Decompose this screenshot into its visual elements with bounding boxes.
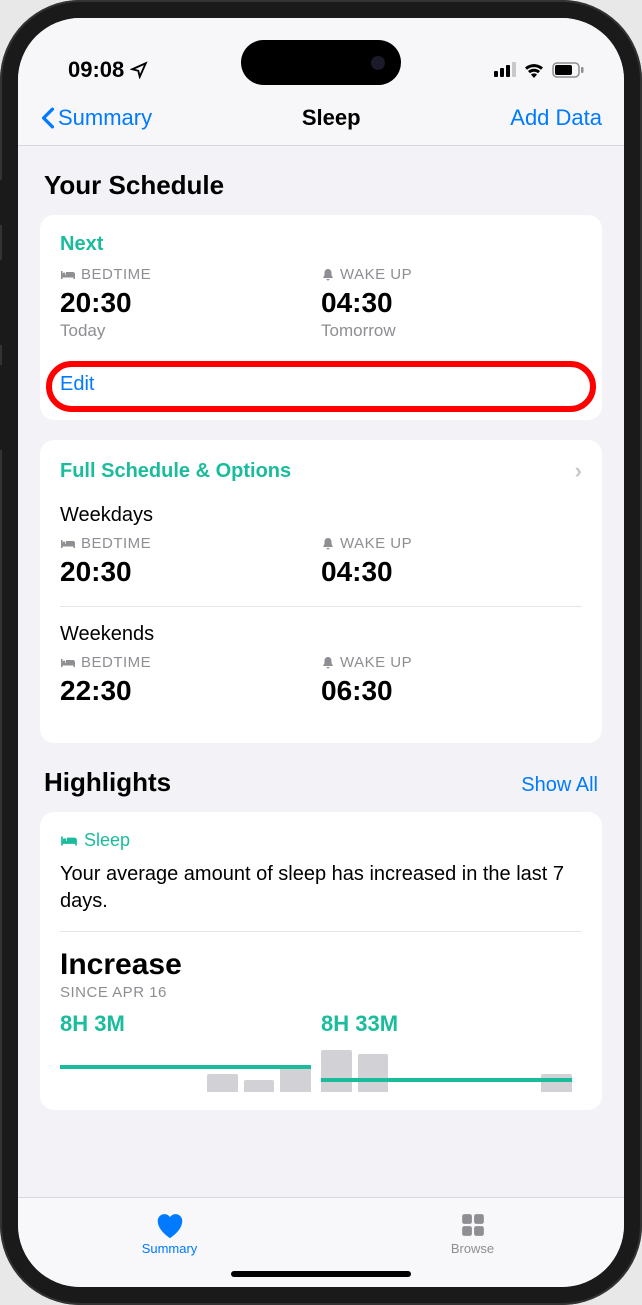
battery-icon xyxy=(552,62,584,78)
bed-icon xyxy=(60,657,76,669)
bedtime-label: BEDTIME xyxy=(81,266,151,283)
phone-side-button xyxy=(0,180,2,225)
section-title-schedule: Your Schedule xyxy=(44,170,602,201)
sleep-trend-chart xyxy=(60,1047,582,1092)
full-schedule-title: Full Schedule & Options xyxy=(60,460,291,483)
chart-bar xyxy=(207,1074,238,1092)
bell-icon xyxy=(321,656,335,670)
screen: 09:08 Summary Sleep Add Data Your Schedu… xyxy=(18,18,624,1287)
highlight-summary: Your average amount of sleep has increas… xyxy=(60,861,582,932)
duration-after: 8H 33M xyxy=(321,1011,582,1037)
wakeup-label: WAKE UP xyxy=(340,654,412,671)
weekends-bedtime: 22:30 xyxy=(60,675,321,707)
add-data-button[interactable]: Add Data xyxy=(510,105,602,131)
tab-browse-label: Browse xyxy=(451,1241,494,1256)
wakeup-column: WAKE UP 04:30 Tomorrow xyxy=(321,266,582,341)
chart-bar xyxy=(244,1080,275,1092)
duration-before: 8H 3M xyxy=(60,1011,321,1037)
increase-title: Increase xyxy=(60,948,582,982)
dynamic-island xyxy=(241,40,401,85)
weekends-block: Weekends BEDTIME 22:30 WA xyxy=(60,606,582,725)
bedtime-value: 20:30 xyxy=(60,287,321,319)
tab-summary-label: Summary xyxy=(142,1241,198,1256)
content-scroll[interactable]: Your Schedule Next BEDTIME 20:30 Today xyxy=(18,146,624,1194)
bell-icon xyxy=(321,537,335,551)
edit-row: Edit xyxy=(60,357,582,402)
chevron-left-icon xyxy=(40,107,56,129)
since-label: SINCE APR 16 xyxy=(60,984,582,1001)
heart-icon xyxy=(155,1211,185,1238)
wakeup-day: Tomorrow xyxy=(321,321,582,341)
weekends-label: Weekends xyxy=(60,623,582,646)
grid-icon xyxy=(460,1212,486,1238)
edit-button[interactable]: Edit xyxy=(60,373,582,396)
location-icon xyxy=(130,61,148,79)
bell-icon xyxy=(321,268,335,282)
chart-bar xyxy=(541,1074,572,1092)
bedtime-column: BEDTIME 20:30 Today xyxy=(60,266,321,341)
wifi-icon xyxy=(523,62,545,78)
home-indicator[interactable] xyxy=(231,1271,411,1277)
phone-frame: 09:08 Summary Sleep Add Data Your Schedu… xyxy=(0,0,642,1305)
phone-side-button xyxy=(0,260,2,345)
page-title: Sleep xyxy=(302,105,361,131)
wakeup-value: 04:30 xyxy=(321,287,582,319)
chart-bar xyxy=(280,1067,311,1092)
chart-bar xyxy=(358,1054,389,1092)
nav-bar: Summary Sleep Add Data xyxy=(18,93,624,146)
next-schedule-card: Next BEDTIME 20:30 Today WAKE UP xyxy=(40,215,602,420)
weekdays-bedtime: 20:30 xyxy=(60,556,321,588)
wakeup-label: WAKE UP xyxy=(340,266,412,283)
cellular-icon xyxy=(494,62,516,77)
show-all-button[interactable]: Show All xyxy=(521,774,598,797)
weekends-wakeup: 06:30 xyxy=(321,675,582,707)
weekdays-block: Weekdays BEDTIME 20:30 WA xyxy=(60,498,582,606)
weekdays-wakeup: 04:30 xyxy=(321,556,582,588)
tab-browse[interactable]: Browse xyxy=(321,1198,624,1269)
chevron-right-icon: › xyxy=(575,458,582,484)
bed-icon xyxy=(60,834,78,848)
back-button[interactable]: Summary xyxy=(40,105,152,131)
bedtime-label: BEDTIME xyxy=(81,535,151,552)
bed-icon xyxy=(60,538,76,550)
bed-icon xyxy=(60,269,76,281)
phone-side-button xyxy=(0,365,2,450)
chart-bar xyxy=(321,1050,352,1092)
sleep-tag-label: Sleep xyxy=(84,830,130,851)
next-label: Next xyxy=(60,233,582,256)
bedtime-day: Today xyxy=(60,321,321,341)
status-time: 09:08 xyxy=(68,57,124,83)
back-label: Summary xyxy=(58,105,152,131)
highlights-title: Highlights xyxy=(44,767,171,798)
highlight-card[interactable]: Sleep Your average amount of sleep has i… xyxy=(40,812,602,1110)
bedtime-label: BEDTIME xyxy=(81,654,151,671)
full-schedule-card[interactable]: Full Schedule & Options › Weekdays BEDTI… xyxy=(40,440,602,743)
weekdays-label: Weekdays xyxy=(60,504,582,527)
wakeup-label: WAKE UP xyxy=(340,535,412,552)
tab-summary[interactable]: Summary xyxy=(18,1198,321,1269)
